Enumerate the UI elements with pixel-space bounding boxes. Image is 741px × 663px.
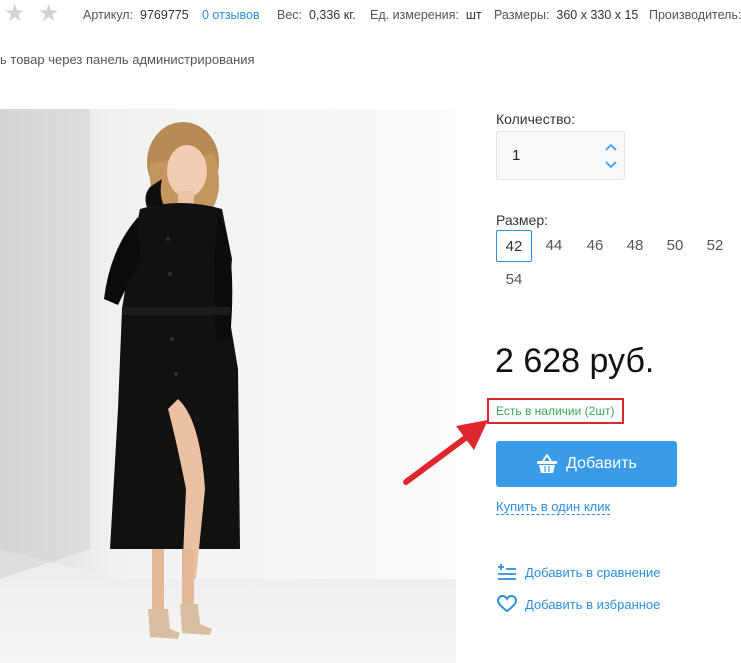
add-to-cart-button[interactable]: Добавить bbox=[496, 441, 677, 487]
basket-icon bbox=[537, 454, 558, 473]
manufacturer-label: Производитель: bbox=[649, 8, 741, 22]
size-info-label: Размеры: bbox=[494, 8, 550, 22]
article-info: Артикул: 9769775 bbox=[83, 8, 189, 22]
buy-one-click-link[interactable]: Купить в один клик bbox=[496, 499, 611, 515]
weight-info: Вес: 0,336 кг. bbox=[277, 8, 356, 22]
compare-icon bbox=[498, 564, 516, 580]
size-option-54[interactable]: 54 bbox=[496, 264, 532, 296]
size-label: Размер: bbox=[496, 212, 549, 228]
quantity-label: Количество: bbox=[496, 111, 576, 127]
size-option-50[interactable]: 50 bbox=[657, 230, 693, 262]
weight-value: 0,336 кг. bbox=[308, 8, 356, 22]
weight-label: Вес: bbox=[277, 8, 303, 22]
size-option-52[interactable]: 52 bbox=[697, 230, 733, 262]
favorite-link[interactable]: Добавить в избранное bbox=[497, 595, 660, 613]
admin-notice: ь товар через панель администрирования bbox=[0, 52, 255, 67]
article-label: Артикул: bbox=[83, 8, 134, 22]
annotation-arrow-icon bbox=[403, 420, 488, 485]
quantity-input[interactable]: 1 bbox=[512, 147, 520, 164]
compare-link[interactable]: Добавить в сравнение bbox=[497, 563, 661, 581]
add-button-label: Добавить bbox=[566, 455, 637, 472]
heart-icon bbox=[497, 595, 517, 613]
size-option-44[interactable]: 44 bbox=[536, 230, 572, 262]
article-value: 9769775 bbox=[140, 8, 189, 22]
star-icon[interactable]: ★ bbox=[4, 2, 28, 26]
quantity-stepper[interactable]: 1 bbox=[496, 131, 625, 180]
unit-value: шт bbox=[465, 8, 482, 22]
size-info: Размеры: 360 x 330 x 15 bbox=[494, 8, 638, 22]
size-option-48[interactable]: 48 bbox=[617, 230, 653, 262]
favorite-label: Добавить в избранное bbox=[525, 596, 661, 612]
product-image[interactable] bbox=[0, 109, 456, 663]
price: 2 628 руб. bbox=[495, 342, 655, 380]
chevron-up-icon[interactable] bbox=[605, 143, 617, 151]
size-option-42[interactable]: 42 bbox=[496, 230, 532, 262]
star-icon[interactable]: ★ bbox=[38, 2, 62, 26]
chevron-down-icon[interactable] bbox=[605, 161, 617, 169]
compare-label: Добавить в сравнение bbox=[525, 564, 661, 580]
unit-label: Ед. измерения: bbox=[370, 8, 459, 22]
unit-info: Ед. измерения: шт bbox=[370, 8, 482, 22]
stock-status: Есть в наличии (2шт) bbox=[487, 398, 624, 424]
reviews-link[interactable]: 0 отзывов bbox=[202, 8, 260, 22]
size-info-value: 360 x 330 x 15 bbox=[556, 8, 639, 22]
size-option-46[interactable]: 46 bbox=[577, 230, 613, 262]
product-photo bbox=[0, 109, 456, 663]
quantity-arrows bbox=[605, 143, 617, 169]
